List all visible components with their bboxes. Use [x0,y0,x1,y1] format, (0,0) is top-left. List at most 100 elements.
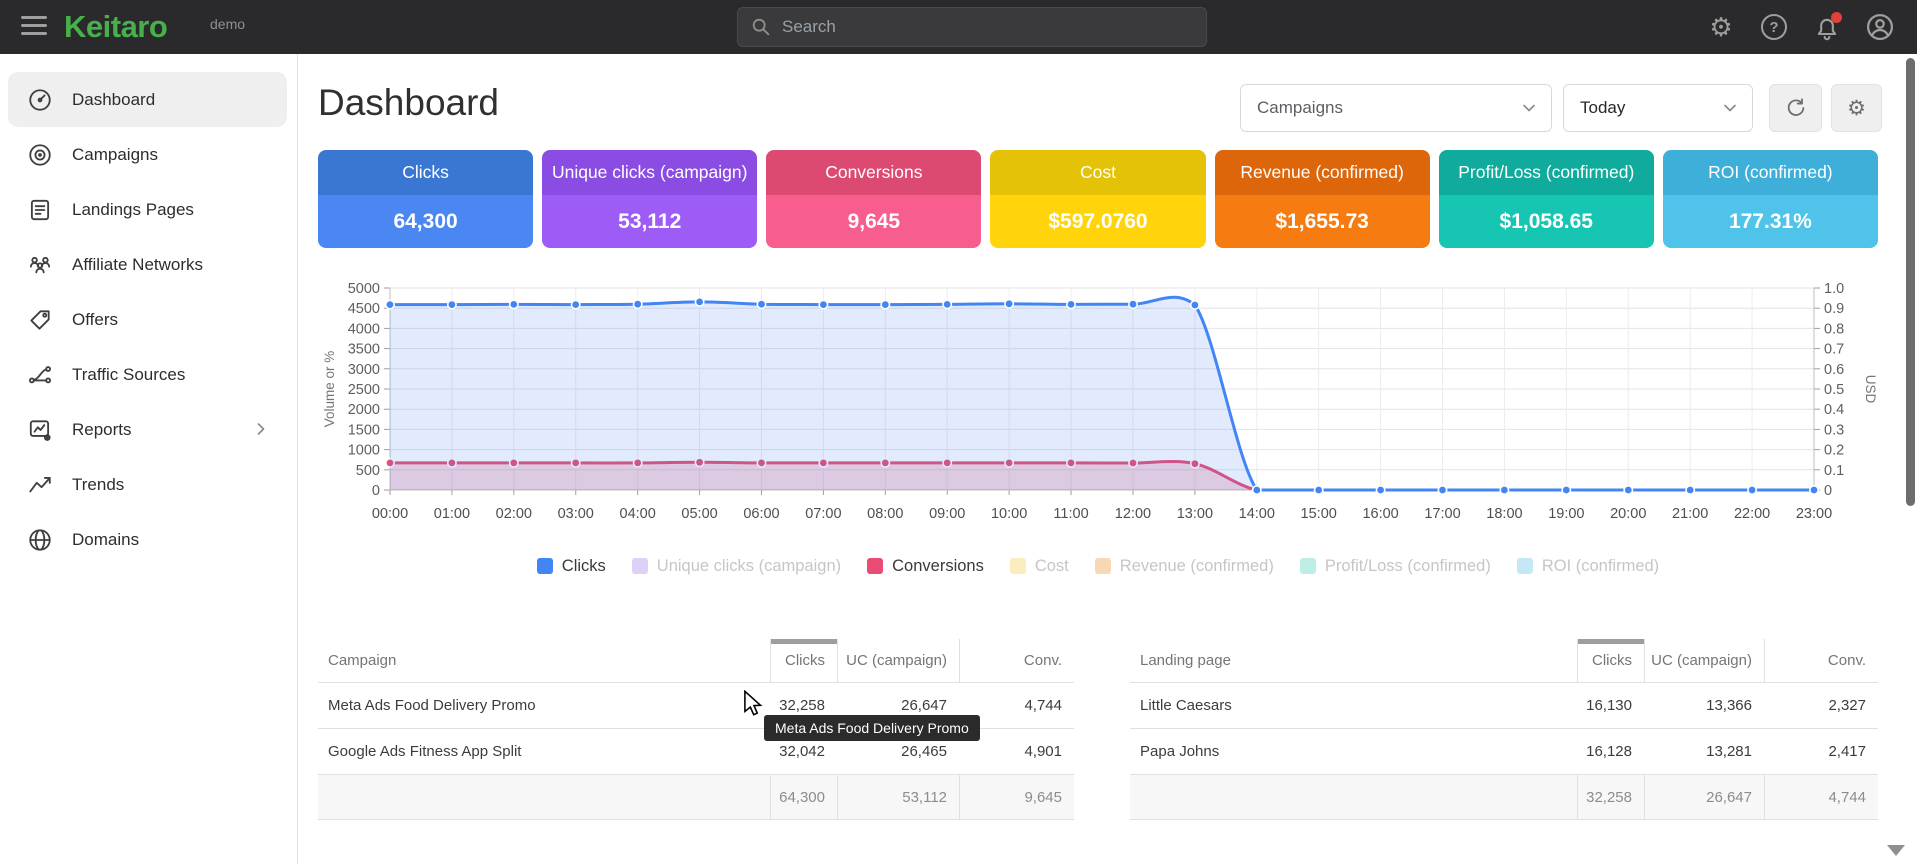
stat-card-clicks[interactable]: Clicks 64,300 [318,150,533,248]
legend-item[interactable]: Cost [1010,557,1069,576]
svg-text:16:00: 16:00 [1362,506,1398,522]
svg-text:06:00: 06:00 [743,506,779,522]
sidebar-item-label: Trends [72,475,124,495]
totals-clicks: 64,300 [770,775,837,820]
totals-uc: 53,112 [837,775,959,820]
sidebar-item-reports[interactable]: Reports [8,402,287,457]
stat-card-label: Profit/Loss (confirmed) [1439,150,1654,195]
stat-card-label: Clicks [318,150,533,195]
sidebar-item-offers[interactable]: Offers [8,292,287,347]
refresh-button[interactable] [1769,84,1822,132]
svg-text:22:00: 22:00 [1734,506,1770,522]
settings-icon[interactable]: ⚙ [1706,12,1736,42]
sidebar-item-trends[interactable]: Trends [8,457,287,512]
svg-text:17:00: 17:00 [1424,506,1460,522]
stat-card-value: $597.0760 [990,195,1205,248]
campaign-name[interactable]: Google Ads Fitness App Split [318,729,770,775]
sidebar-item-landings-pages[interactable]: Landings Pages [8,182,287,237]
group-by-select-value: Campaigns [1257,98,1343,118]
keitaro-dashboard-screen: Keitaro demo ⚙ ? [0,0,1917,864]
legend-item[interactable]: Revenue (confirmed) [1095,557,1274,576]
chevron-right-icon [251,419,271,439]
sidebar-item-dashboard[interactable]: Dashboard [8,72,287,127]
legend-item[interactable]: Conversions [867,557,984,576]
help-icon[interactable]: ? [1759,12,1789,42]
totals-label [318,775,770,820]
scroll-down-indicator[interactable] [1887,845,1905,856]
traffic-chart: 0500100015002000250030003500400045005000… [318,280,1878,532]
sidebar-item-affiliate-networks[interactable]: Affiliate Networks [8,237,287,292]
stat-card-label: ROI (confirmed) [1663,150,1878,195]
sidebar-item-label: Traffic Sources [72,365,185,385]
legend-label: ROI (confirmed) [1542,557,1659,576]
stat-card-cost[interactable]: Cost $597.0760 [990,150,1205,248]
legend-item[interactable]: ROI (confirmed) [1517,557,1659,576]
sidebar-item-domains[interactable]: Domains [8,512,287,567]
totals-conv: 9,645 [959,775,1074,820]
svg-text:08:00: 08:00 [867,506,903,522]
notifications-icon[interactable] [1812,12,1842,42]
dashboard-settings-button[interactable]: ⚙ [1831,84,1882,132]
legend-item[interactable]: Unique clicks (campaign) [632,557,841,576]
tag-icon [26,306,54,334]
stat-card-roi[interactable]: ROI (confirmed) 177.31% [1663,150,1878,248]
svg-text:15:00: 15:00 [1301,506,1337,522]
group-by-select[interactable]: Campaigns [1240,84,1552,132]
svg-text:03:00: 03:00 [558,506,594,522]
topbar: Keitaro demo ⚙ ? [0,0,1917,54]
trend-icon [26,471,54,499]
column-header-conv[interactable]: Conv. [959,639,1074,683]
svg-text:500: 500 [356,463,380,479]
svg-text:04:00: 04:00 [620,506,656,522]
menu-toggle-icon[interactable] [21,16,47,38]
landing-name[interactable]: Little Caesars [1130,683,1577,729]
stat-card-value: 64,300 [318,195,533,248]
svg-text:05:00: 05:00 [681,506,717,522]
globe-icon [26,526,54,554]
users-icon [26,251,54,279]
legend-swatch-icon [1517,558,1533,574]
column-header-campaign[interactable]: Campaign [318,639,770,683]
sidebar-item-label: Affiliate Networks [72,255,203,275]
svg-text:11:00: 11:00 [1053,506,1088,522]
column-header-uc[interactable]: UC (campaign) [1644,639,1764,683]
scrollbar-thumb[interactable] [1906,58,1915,506]
global-search[interactable] [737,7,1207,47]
legend-swatch-icon [1300,558,1316,574]
campaign-name[interactable]: Meta Ads Food Delivery Promo [318,683,770,729]
svg-text:0.4: 0.4 [1824,402,1844,418]
column-header-clicks[interactable]: Clicks [770,639,837,683]
svg-text:0.9: 0.9 [1824,301,1844,317]
sidebar-item-campaigns[interactable]: Campaigns [8,127,287,182]
sidebar-item-traffic-sources[interactable]: Traffic Sources [8,347,287,402]
legend-swatch-icon [632,558,648,574]
column-header-clicks[interactable]: Clicks [1577,639,1644,683]
stat-cards: Clicks 64,300 Unique clicks (campaign) 5… [318,150,1878,248]
svg-text:1.0: 1.0 [1824,281,1844,297]
landing-clicks: 16,128 [1577,729,1644,775]
column-header-uc[interactable]: UC (campaign) [837,639,959,683]
topbar-actions: ⚙ ? [1706,0,1895,54]
svg-text:0.6: 0.6 [1824,362,1844,378]
svg-text:0.1: 0.1 [1824,463,1844,479]
svg-text:23:00: 23:00 [1796,506,1832,522]
search-input[interactable] [782,17,1194,37]
stat-card-revenue[interactable]: Revenue (confirmed) $1,655.73 [1215,150,1430,248]
column-header-landing-page[interactable]: Landing page [1130,639,1577,683]
account-icon[interactable] [1865,12,1895,42]
landing-uc: 13,281 [1644,729,1764,775]
gauge-icon [26,86,54,114]
legend-item[interactable]: Clicks [537,557,606,576]
brand-logo[interactable]: Keitaro [64,9,167,45]
svg-text:0.3: 0.3 [1824,422,1844,438]
svg-text:07:00: 07:00 [805,506,841,522]
svg-text:Volume or %: Volume or % [322,351,337,428]
legend-item[interactable]: Profit/Loss (confirmed) [1300,557,1491,576]
legend-swatch-icon [537,558,553,574]
landing-name[interactable]: Papa Johns [1130,729,1577,775]
column-header-conv[interactable]: Conv. [1764,639,1878,683]
stat-card-profit-loss[interactable]: Profit/Loss (confirmed) $1,058.65 [1439,150,1654,248]
stat-card-conversions[interactable]: Conversions 9,645 [766,150,981,248]
stat-card-unique-clicks[interactable]: Unique clicks (campaign) 53,112 [542,150,757,248]
date-range-select[interactable]: Today [1563,84,1753,132]
